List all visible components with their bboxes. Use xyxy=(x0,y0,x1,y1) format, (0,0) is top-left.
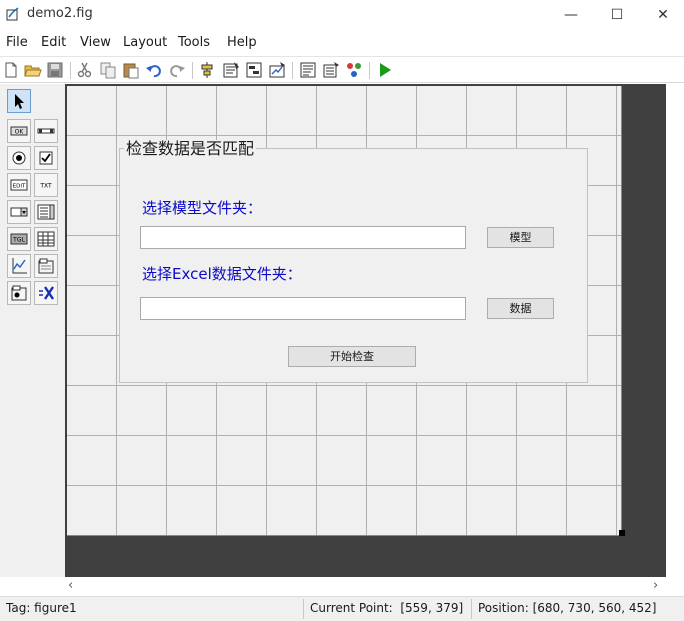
pointer-icon xyxy=(15,94,24,109)
svg-text:OK: OK xyxy=(15,129,25,136)
activex-icon xyxy=(39,286,54,300)
cut-icon[interactable] xyxy=(76,61,94,79)
toolbar-separator xyxy=(292,62,293,79)
tool-edittext[interactable]: EDIT xyxy=(7,173,31,197)
model-folder-input[interactable] xyxy=(140,226,466,249)
statictext-icon: TXT xyxy=(39,183,52,190)
close-button[interactable]: ✕ xyxy=(640,0,684,30)
menu-layout[interactable]: Layout xyxy=(123,35,167,50)
tool-buttongroup[interactable] xyxy=(7,281,31,305)
layout-canvas[interactable]: 检查数据是否匹配 选择模型文件夹： 模型 选择Excel数据文件夹： 数据 开始… xyxy=(65,84,666,577)
slider-icon xyxy=(37,128,55,134)
status-tag: Tag: figure1 xyxy=(6,601,77,615)
tool-activex[interactable] xyxy=(34,281,58,305)
menu-file[interactable]: File xyxy=(6,35,28,50)
tool-table[interactable] xyxy=(34,227,58,251)
panel-icon xyxy=(38,258,54,274)
menu-edit[interactable]: Edit xyxy=(41,35,66,50)
model-button[interactable]: 模型 xyxy=(487,227,554,248)
object-browser-icon[interactable] xyxy=(345,61,363,79)
tool-pushbutton[interactable]: OK xyxy=(7,119,31,143)
horizontal-scrollbar[interactable]: ‹ › xyxy=(65,577,666,594)
scroll-right-icon[interactable]: › xyxy=(653,578,658,593)
start-check-button[interactable]: 开始检查 xyxy=(288,346,416,367)
menu-bar: File Edit View Layout Tools Help xyxy=(0,32,684,54)
figure-resize-handle[interactable] xyxy=(619,530,625,536)
tool-popupmenu[interactable] xyxy=(7,200,31,224)
run-icon[interactable] xyxy=(376,61,394,79)
tool-statictext[interactable]: TXT xyxy=(34,173,58,197)
component-palette: OK EDIT TXT TGL xyxy=(0,84,65,577)
tool-checkbox[interactable] xyxy=(34,146,58,170)
tool-togglebutton[interactable]: TGL xyxy=(7,227,31,251)
svg-text:TGL: TGL xyxy=(12,237,25,244)
svg-text:EDIT: EDIT xyxy=(13,184,26,190)
scroll-left-icon[interactable]: ‹ xyxy=(68,578,73,593)
toolbar xyxy=(0,56,684,83)
align-icon[interactable] xyxy=(198,61,216,79)
tool-select[interactable] xyxy=(7,89,31,113)
figure-file-icon xyxy=(6,7,19,21)
tool-radiobutton[interactable] xyxy=(7,146,31,170)
title-bar: demo2.fig — ☐ ✕ xyxy=(0,0,684,30)
model-folder-label: 选择模型文件夹： xyxy=(142,199,263,217)
toolbar-separator xyxy=(192,62,193,79)
tab-order-icon[interactable] xyxy=(245,61,263,79)
figure-area[interactable]: 检查数据是否匹配 选择模型文件夹： 模型 选择Excel数据文件夹： 数据 开始… xyxy=(67,86,622,536)
status-divider xyxy=(303,599,304,619)
window-title: demo2.fig xyxy=(27,6,93,21)
status-bar: Tag: figure1 Current Point: [559, 379] P… xyxy=(0,596,684,621)
tool-listbox[interactable] xyxy=(34,200,58,224)
minimize-button[interactable]: — xyxy=(548,0,594,30)
svg-text:TXT: TXT xyxy=(39,183,52,190)
copy-icon[interactable] xyxy=(99,61,117,79)
tool-panel[interactable] xyxy=(34,254,58,278)
data-button[interactable]: 数据 xyxy=(487,298,554,319)
excel-folder-input[interactable] xyxy=(140,297,466,320)
toolbar-editor-icon[interactable] xyxy=(268,61,286,79)
new-icon[interactable] xyxy=(2,61,20,79)
menu-view[interactable]: View xyxy=(80,35,111,50)
radio-icon xyxy=(12,151,26,165)
save-icon[interactable] xyxy=(46,61,64,79)
maximize-button[interactable]: ☐ xyxy=(594,0,640,30)
status-current-point: Current Point: [559, 379] xyxy=(310,601,464,615)
panel-title: 检查数据是否匹配 xyxy=(124,139,257,158)
paste-icon[interactable] xyxy=(122,61,140,79)
listbox-icon xyxy=(37,204,55,220)
toolbar-separator xyxy=(70,62,71,79)
tool-axes[interactable] xyxy=(7,254,31,278)
edittext-icon: EDIT xyxy=(10,179,28,191)
popupmenu-icon xyxy=(10,207,28,217)
check-panel[interactable]: 检查数据是否匹配 选择模型文件夹： 模型 选择Excel数据文件夹： 数据 开始… xyxy=(119,140,588,383)
togglebutton-icon: TGL xyxy=(10,233,28,245)
axes-icon xyxy=(12,258,27,274)
property-inspector-icon[interactable] xyxy=(322,61,340,79)
excel-folder-label: 选择Excel数据文件夹： xyxy=(142,265,302,283)
undo-icon[interactable] xyxy=(145,61,163,79)
menu-tools[interactable]: Tools xyxy=(178,35,210,50)
table-icon xyxy=(37,231,55,247)
menu-help[interactable]: Help xyxy=(227,35,257,50)
tool-slider[interactable] xyxy=(34,119,58,143)
menu-editor-icon[interactable] xyxy=(222,61,240,79)
redo-icon[interactable] xyxy=(168,61,186,79)
toolbar-separator xyxy=(369,62,370,79)
pushbutton-icon: OK xyxy=(10,126,28,136)
open-icon[interactable] xyxy=(24,61,42,79)
mfile-editor-icon[interactable] xyxy=(299,61,317,79)
buttongroup-icon xyxy=(11,285,27,301)
status-position: Position: [680, 730, 560, 452] xyxy=(478,601,657,615)
status-divider xyxy=(471,599,472,619)
checkbox-icon xyxy=(39,151,53,165)
